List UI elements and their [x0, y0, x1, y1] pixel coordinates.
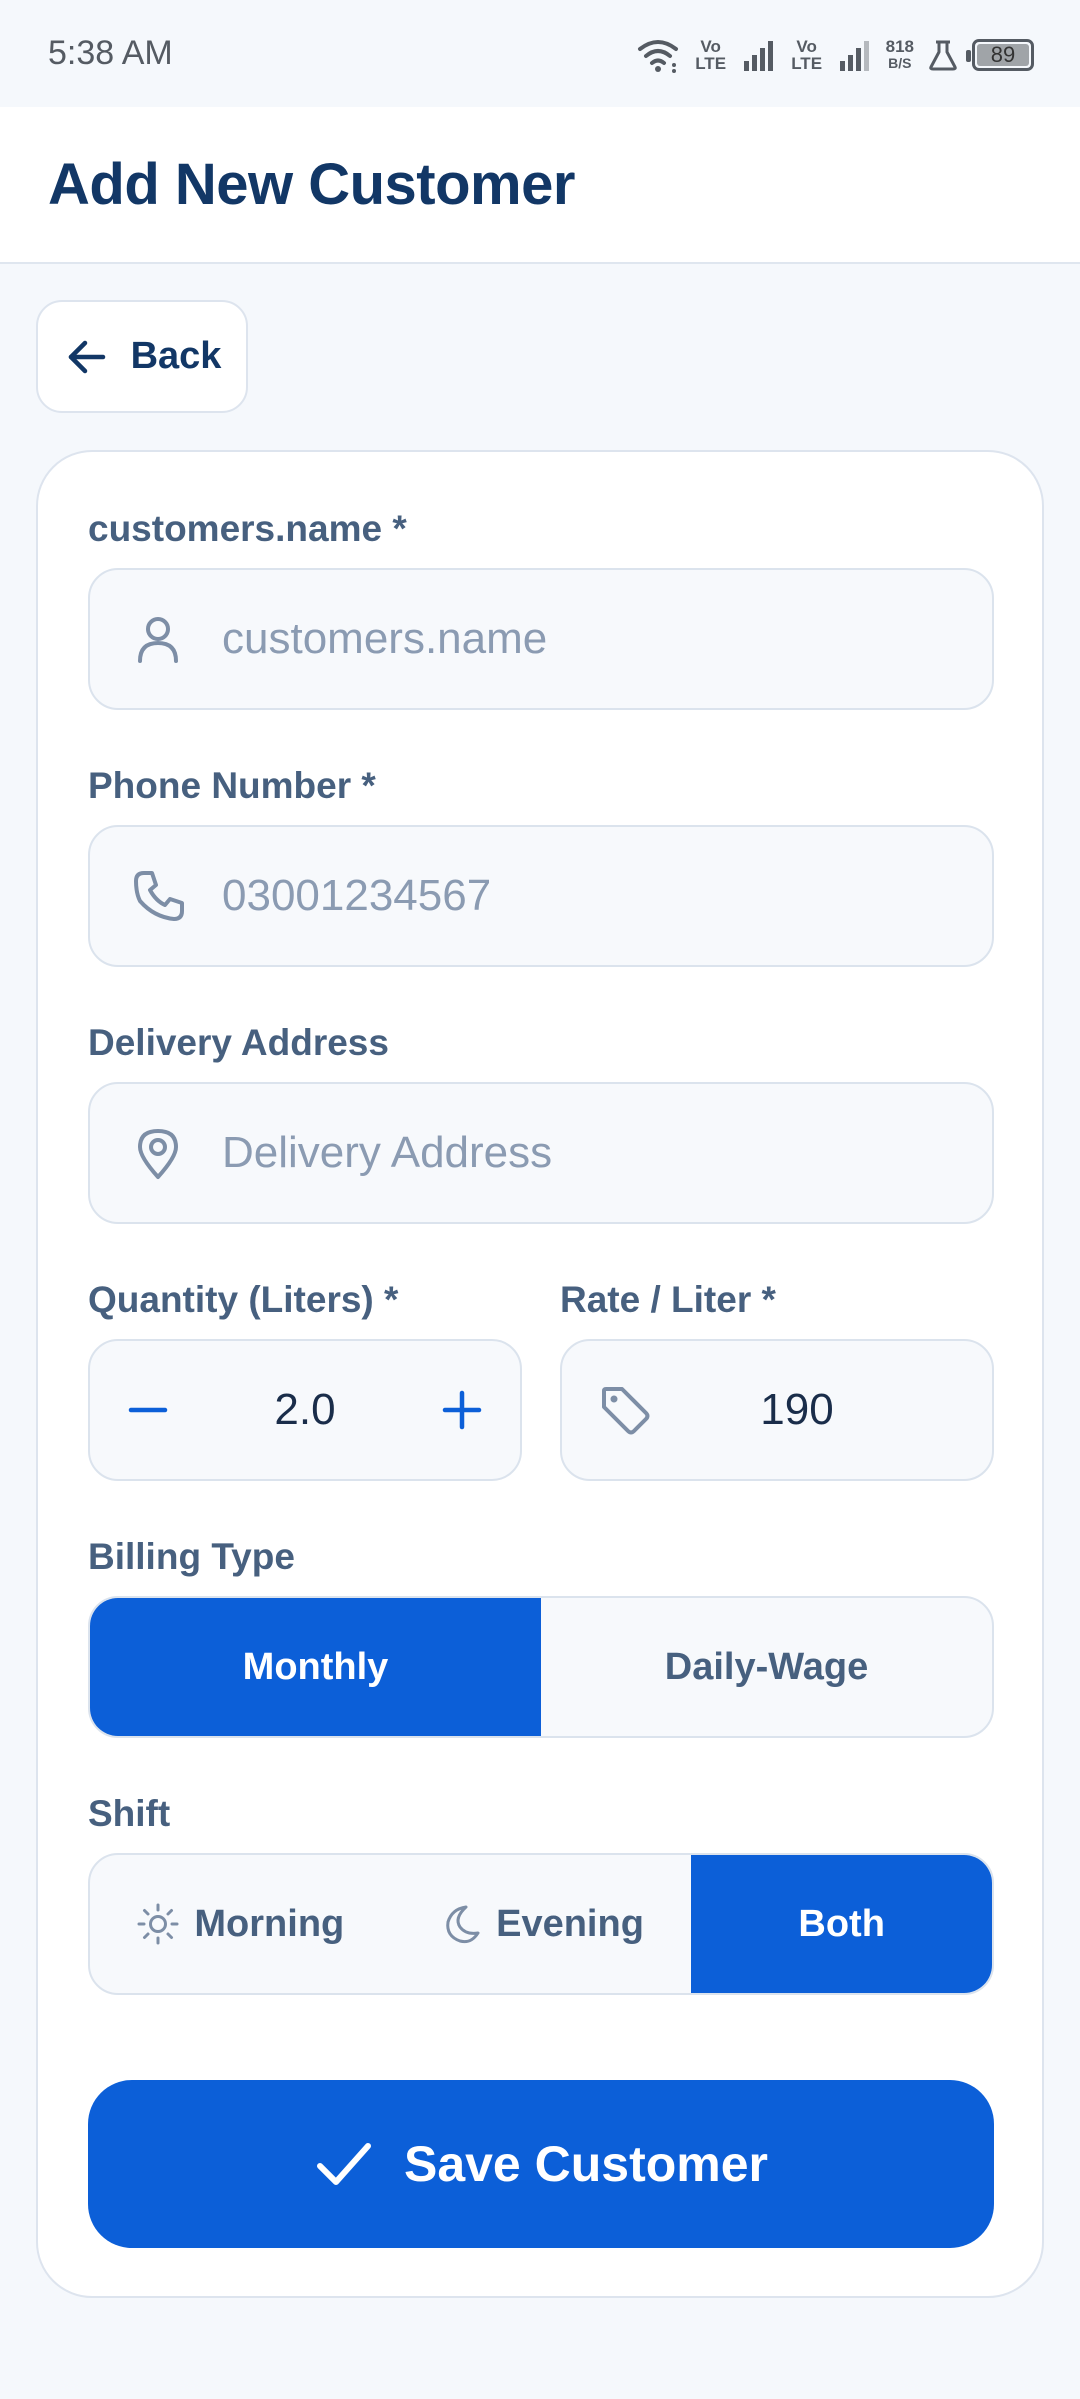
phone-icon — [134, 871, 184, 921]
save-customer-label: Save Customer — [403, 2136, 769, 2192]
billing-option-monthly[interactable]: Monthly — [90, 1598, 541, 1736]
status-time: 5:38 AM — [48, 34, 173, 72]
shift-option-morning-label: Morning — [194, 1902, 345, 1945]
billing-type-label: Billing Type — [88, 1536, 295, 1577]
save-customer-button[interactable]: Save Customer — [88, 2080, 994, 2248]
shift-option-evening-label: Evening — [496, 1902, 644, 1945]
wifi-icon — [637, 40, 678, 73]
phone-label: Phone Number * — [88, 765, 376, 806]
check-icon — [316, 2143, 371, 2185]
address-label: Delivery Address — [88, 1022, 389, 1063]
volte-indicator-2: Vo LTE — [791, 37, 823, 73]
name-label: customers.name * — [88, 508, 407, 549]
battery-icon: 89 — [966, 39, 1034, 71]
arrow-left-icon — [68, 340, 105, 373]
status-bar: 5:38 AM Vo LTE Vo LTE 818 B/S 89 — [0, 0, 1080, 107]
shift-label: Shift — [88, 1793, 171, 1834]
page-title: Add New Customer — [48, 152, 575, 217]
rate-field[interactable]: 190 — [560, 1339, 994, 1481]
plus-icon — [442, 1390, 482, 1430]
volte-indicator-1: Vo LTE — [695, 37, 727, 73]
battery-level: 89 — [990, 42, 1016, 67]
address-field[interactable] — [88, 1082, 994, 1224]
back-label: Back — [130, 335, 222, 377]
map-pin-icon — [138, 1129, 178, 1179]
signal-icon-2 — [839, 41, 869, 71]
phone-field[interactable] — [88, 825, 994, 967]
sun-icon — [137, 1903, 179, 1945]
phone-input[interactable] — [222, 827, 968, 965]
moon-icon — [446, 1905, 480, 1944]
billing-option-daily-wage[interactable]: Daily-Wage — [541, 1598, 992, 1736]
name-field[interactable] — [88, 568, 994, 710]
billing-type-selector: Monthly Daily-Wage — [88, 1596, 994, 1738]
net-speed-unit: B/S — [888, 55, 912, 71]
flask-icon — [929, 40, 957, 71]
rate-value[interactable]: 190 — [562, 1385, 992, 1435]
customer-form-card: customers.name * Phone Number * Delivery… — [36, 450, 1044, 2298]
status-icons: Vo LTE Vo LTE 818 B/S 89 — [636, 30, 1034, 80]
rate-label: Rate / Liter * — [560, 1279, 776, 1320]
shift-selector: Morning Evening Both — [88, 1853, 994, 1995]
address-input[interactable] — [222, 1084, 968, 1222]
signal-icon — [743, 41, 773, 71]
net-speed: 818 B/S — [886, 38, 914, 72]
shift-option-both[interactable]: Both — [691, 1855, 992, 1993]
net-speed-value: 818 — [885, 37, 914, 56]
quantity-label: Quantity (Liters) * — [88, 1279, 399, 1320]
quantity-stepper[interactable]: 2.0 — [88, 1339, 522, 1481]
app-header: Add New Customer — [0, 107, 1080, 264]
shift-option-evening[interactable]: Evening — [391, 1855, 692, 1993]
back-button[interactable]: Back — [36, 300, 248, 413]
quantity-increment-button[interactable] — [422, 1370, 502, 1450]
shift-option-morning[interactable]: Morning — [90, 1855, 391, 1993]
name-input[interactable] — [222, 570, 968, 708]
user-icon — [138, 617, 178, 663]
